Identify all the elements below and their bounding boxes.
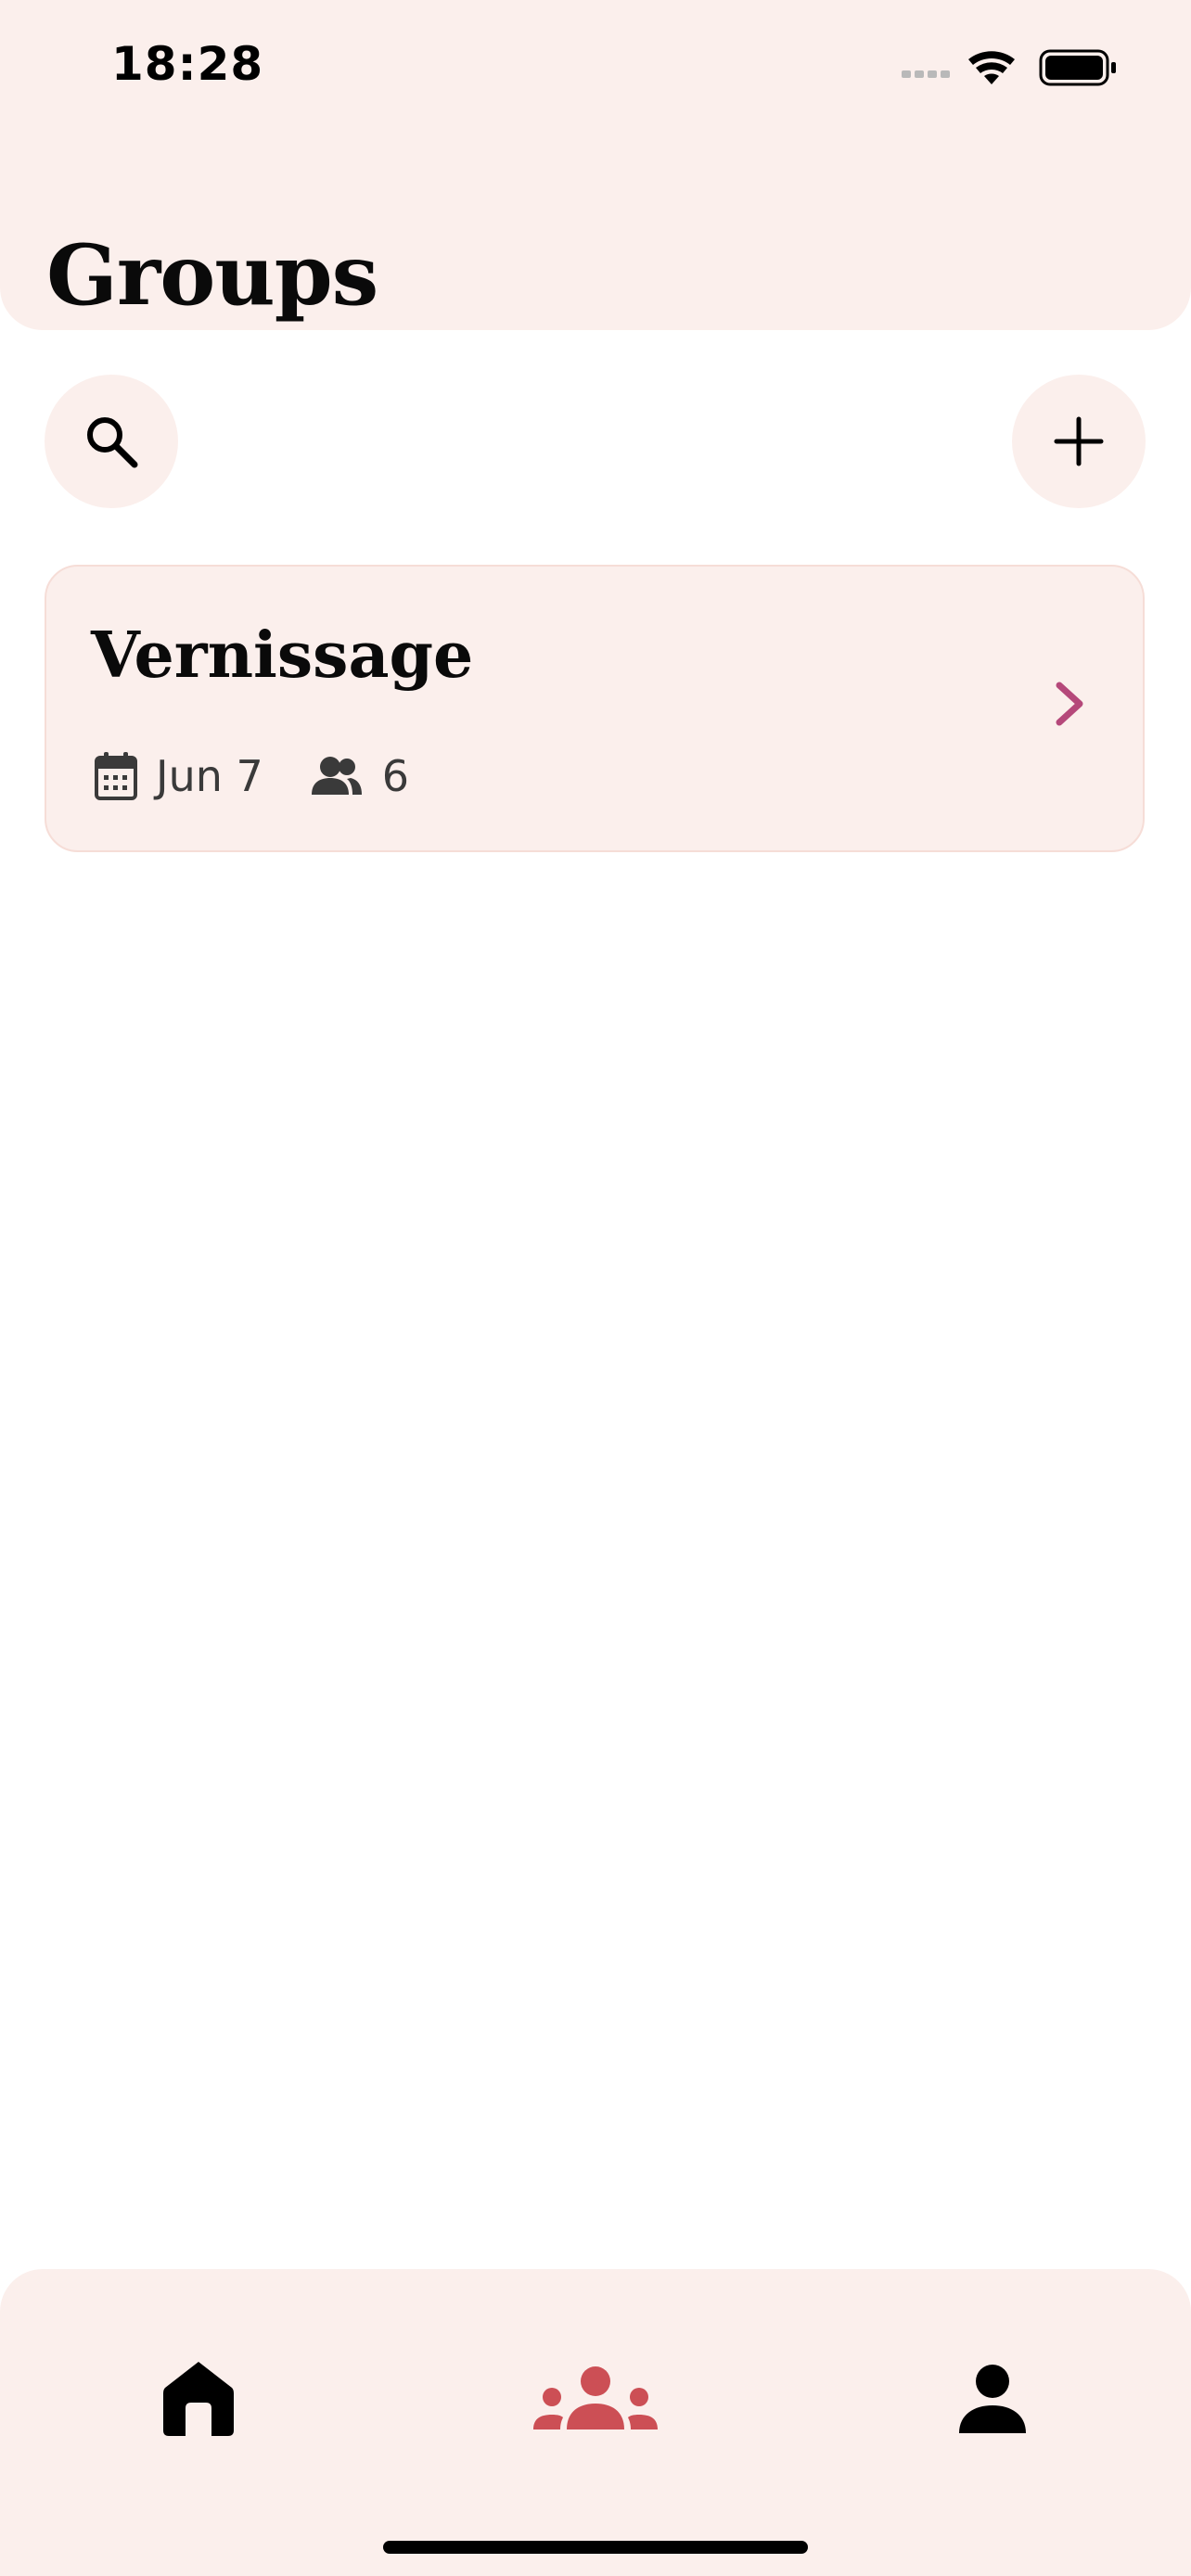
group-name: Vernissage [91, 618, 474, 693]
home-icon [163, 2362, 234, 2436]
group-card[interactable]: Vernissage Jun 7 6 [45, 565, 1145, 852]
person-icon [959, 2365, 1026, 2433]
cellular-signal-icon [902, 70, 950, 78]
tab-home[interactable] [106, 2325, 291, 2473]
page-title: Groups [46, 226, 378, 325]
tab-profile[interactable] [900, 2325, 1085, 2473]
battery-icon [1039, 49, 1116, 86]
groups-icon [533, 2366, 658, 2429]
search-button[interactable] [45, 375, 178, 508]
header: 18:28 Groups [0, 0, 1191, 330]
status-icons [902, 49, 1116, 86]
members-icon [311, 757, 362, 795]
group-meta: Jun 7 6 [95, 747, 409, 805]
home-indicator [383, 2541, 808, 2554]
chevron-right-icon [1056, 682, 1083, 726]
tab-bar [0, 2269, 1191, 2576]
status-time: 18:28 [111, 37, 264, 91]
calendar-icon [95, 752, 137, 800]
tab-groups[interactable] [503, 2325, 688, 2473]
add-group-button[interactable] [1012, 375, 1146, 508]
search-icon [87, 417, 138, 468]
wifi-icon [968, 51, 1015, 84]
group-date: Jun 7 [156, 751, 263, 801]
group-member-count: 6 [381, 751, 410, 801]
plus-icon [1054, 416, 1104, 466]
